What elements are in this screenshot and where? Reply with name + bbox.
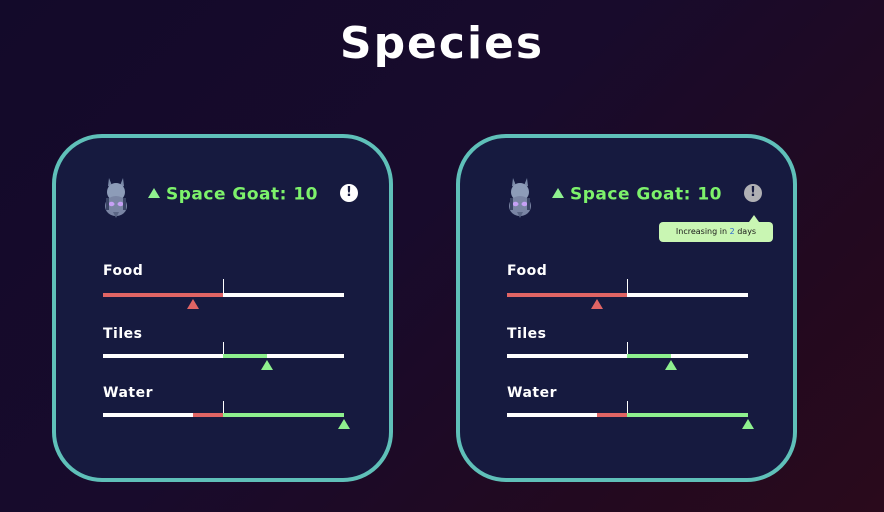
space-goat-icon xyxy=(105,178,127,218)
center-tick xyxy=(627,279,628,293)
balance-bar xyxy=(507,413,748,417)
stat-label: Food xyxy=(103,263,144,279)
surplus-segment xyxy=(627,413,748,417)
trend-up-icon xyxy=(552,187,564,198)
surplus-segment xyxy=(223,413,344,417)
page-title: Species xyxy=(339,18,545,69)
stat-label: Water xyxy=(507,385,557,401)
exclamation-icon[interactable]: ! xyxy=(744,184,762,202)
balance-bar xyxy=(103,413,344,417)
deficit-segment xyxy=(597,413,627,417)
stat-label: Tiles xyxy=(103,326,143,342)
species-name: Space Goat: 10 xyxy=(570,184,723,205)
current-marker xyxy=(742,419,754,429)
tooltip-prefix: Increasing in xyxy=(675,227,730,236)
surplus-segment xyxy=(223,354,267,358)
deficit-segment xyxy=(103,293,223,297)
species-name: Space Goat: 10 xyxy=(166,184,319,205)
balance-bar xyxy=(103,293,344,297)
species-count: Space Goat: 10 xyxy=(552,184,722,205)
species-card: Space Goat: 10 ! Food Tiles Water xyxy=(52,134,393,482)
tooltip-suffix: days xyxy=(734,227,757,236)
stat-label: Tiles xyxy=(507,326,547,342)
deficit-segment xyxy=(507,293,627,297)
species-count: Space Goat: 10 xyxy=(148,184,318,205)
current-marker xyxy=(261,360,273,370)
exclamation-icon[interactable]: ! xyxy=(340,184,358,202)
species-card: Space Goat: 10 ! Increasing in 2 days Fo… xyxy=(456,134,797,482)
stat-label: Food xyxy=(507,263,548,279)
current-marker xyxy=(187,299,199,309)
space-goat-icon xyxy=(509,178,531,218)
center-tick xyxy=(223,279,224,293)
balance-bar xyxy=(507,293,748,297)
current-marker xyxy=(591,299,603,309)
surplus-segment xyxy=(627,354,671,358)
trend-up-icon xyxy=(148,187,160,198)
trend-tooltip: Increasing in 2 days xyxy=(659,215,773,242)
deficit-segment xyxy=(193,413,223,417)
balance-bar xyxy=(507,354,748,358)
balance-bar xyxy=(103,354,344,358)
stat-label: Water xyxy=(103,385,153,401)
current-marker xyxy=(338,419,350,429)
current-marker xyxy=(665,360,677,370)
